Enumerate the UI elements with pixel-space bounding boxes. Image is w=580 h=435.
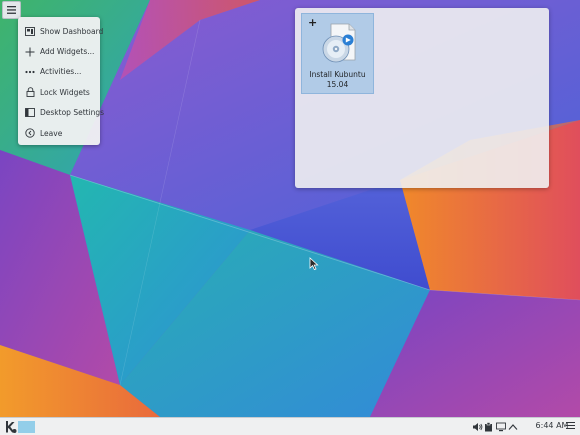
mouse-cursor-icon bbox=[309, 257, 319, 271]
lock-icon bbox=[25, 87, 35, 98]
menu-item-label: Add Widgets... bbox=[40, 47, 95, 57]
desktop-toolbox-menu: Show Dashboard Add Widgets... Activities… bbox=[18, 17, 104, 145]
volume-icon[interactable] bbox=[472, 421, 483, 432]
installer-disc-icon bbox=[322, 23, 356, 63]
leave-icon bbox=[25, 128, 35, 138]
hamburger-icon bbox=[7, 6, 16, 14]
plus-icon bbox=[25, 47, 35, 57]
file-label-line1: Install Kubuntu bbox=[309, 70, 366, 79]
digital-clock[interactable]: 6:44 AM bbox=[536, 421, 569, 430]
task-manager-item[interactable] bbox=[18, 421, 35, 433]
activities-icon bbox=[25, 67, 35, 77]
menu-item-show-dashboard[interactable]: Show Dashboard bbox=[18, 21, 104, 41]
menu-item-lock-widgets[interactable]: Lock Widgets bbox=[18, 82, 100, 102]
menu-item-label: Lock Widgets bbox=[40, 87, 90, 97]
menu-item-desktop-settings[interactable]: Desktop Settings bbox=[18, 103, 104, 123]
desktop-toolbox-button[interactable] bbox=[2, 1, 21, 19]
file-label: Install Kubuntu 15.04 bbox=[302, 70, 373, 90]
settings-icon bbox=[25, 108, 35, 118]
desktop-file-install-kubuntu[interactable]: + Install Kubuntu 15.04 bbox=[301, 13, 374, 94]
bottom-panel: 6:44 AM bbox=[0, 417, 580, 435]
menu-item-label: Activities... bbox=[40, 67, 82, 77]
menu-item-leave[interactable]: Leave bbox=[18, 123, 100, 143]
menu-item-label: Show Dashboard bbox=[40, 26, 104, 36]
panel-settings-icon[interactable] bbox=[566, 421, 575, 432]
dashboard-icon bbox=[25, 26, 35, 36]
menu-item-label: Desktop Settings bbox=[40, 108, 105, 118]
menu-item-add-widgets[interactable]: Add Widgets... bbox=[18, 41, 100, 61]
application-launcher-icon[interactable] bbox=[3, 420, 17, 434]
folder-view-widget[interactable]: + Install Kubuntu 15.04 bbox=[295, 8, 549, 188]
clipboard-icon[interactable] bbox=[483, 421, 494, 432]
add-selection-icon[interactable]: + bbox=[308, 16, 317, 29]
menu-item-activities[interactable]: Activities... bbox=[18, 62, 100, 82]
expand-tray-icon[interactable] bbox=[507, 421, 518, 432]
menu-item-label: Leave bbox=[40, 128, 63, 138]
display-icon[interactable] bbox=[495, 421, 506, 432]
file-label-line2: 15.04 bbox=[326, 80, 349, 89]
